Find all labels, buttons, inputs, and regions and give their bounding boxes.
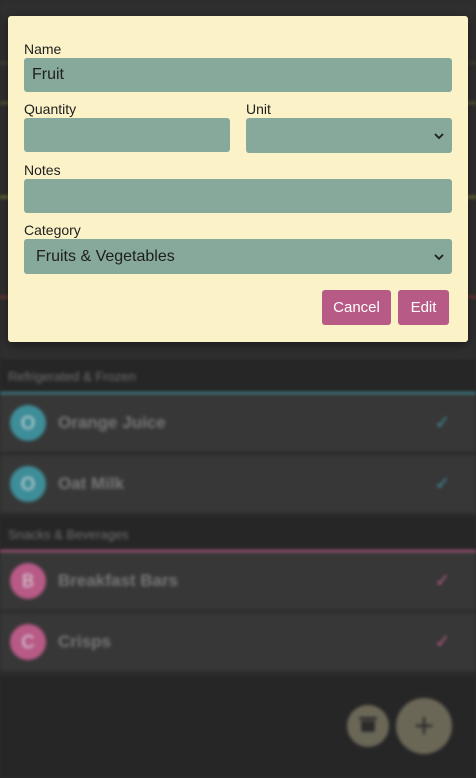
- add-item-button[interactable]: +: [396, 698, 452, 754]
- section-title: Refrigerated & Frozen: [8, 368, 136, 384]
- list-item[interactable]: O Orange Juice ✓: [0, 394, 476, 453]
- check-icon[interactable]: ✓: [435, 413, 450, 434]
- check-icon[interactable]: ✓: [435, 474, 450, 495]
- avatar: B: [10, 563, 46, 599]
- avatar: O: [10, 405, 46, 441]
- avatar-initial: C: [21, 631, 35, 652]
- section-title: Snacks & Beverages: [8, 526, 129, 542]
- avatar-initial: O: [20, 473, 35, 494]
- list-item[interactable]: B Breakfast Bars ✓: [0, 552, 476, 611]
- section-header-snacks: Snacks & Beverages: [0, 517, 476, 551]
- archive-icon: [359, 716, 377, 732]
- plus-icon: +: [414, 707, 434, 745]
- quantity-label: Quantity: [24, 101, 77, 117]
- item-label: Breakfast Bars: [58, 571, 179, 590]
- check-icon[interactable]: ✓: [435, 571, 450, 592]
- list-item[interactable]: O Oat Milk ✓: [0, 455, 476, 514]
- check-icon[interactable]: ✓: [435, 632, 450, 653]
- chevron-down-icon: [434, 132, 444, 139]
- name-input[interactable]: [24, 58, 452, 92]
- notes-label: Notes: [24, 162, 61, 178]
- chevron-down-icon: [434, 253, 444, 260]
- unit-select[interactable]: [246, 118, 452, 153]
- avatar: O: [10, 466, 46, 502]
- notes-input[interactable]: [24, 179, 452, 213]
- edit-button[interactable]: Edit: [398, 290, 449, 325]
- item-label: Oat Milk: [58, 474, 125, 493]
- category-select[interactable]: Fruits & Vegetables: [24, 239, 452, 274]
- archive-button[interactable]: [347, 705, 389, 747]
- edit-item-dialog: Name Quantity Unit Notes Category Fruits…: [8, 16, 468, 342]
- category-selected-value: Fruits & Vegetables: [36, 247, 175, 265]
- item-label: Crisps: [58, 632, 111, 651]
- item-label: Orange Juice: [58, 413, 166, 432]
- quantity-input[interactable]: [24, 118, 230, 152]
- section-header-refrigerated: Refrigerated & Frozen: [0, 359, 476, 393]
- cancel-button[interactable]: Cancel: [322, 290, 391, 325]
- avatar: C: [10, 624, 46, 660]
- name-label: Name: [24, 41, 62, 57]
- avatar-initial: B: [21, 570, 34, 591]
- avatar-initial: O: [20, 412, 35, 433]
- unit-label: Unit: [246, 101, 271, 117]
- list-item[interactable]: C Crisps ✓: [0, 613, 476, 672]
- category-label: Category: [24, 222, 81, 238]
